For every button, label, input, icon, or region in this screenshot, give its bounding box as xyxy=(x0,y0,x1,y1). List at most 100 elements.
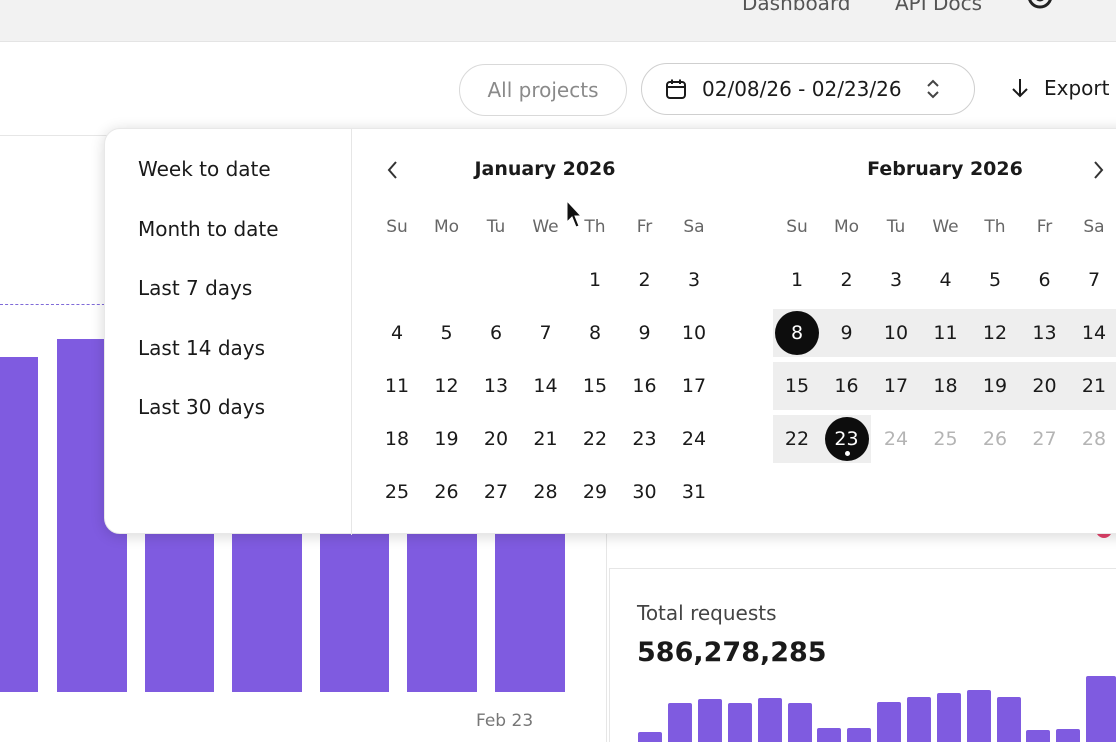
calendar-day[interactable]: 20 xyxy=(1023,364,1067,408)
requests-bar[interactable] xyxy=(1026,730,1050,742)
calendar-day[interactable]: 16 xyxy=(825,364,869,408)
chart-bar[interactable] xyxy=(232,520,302,692)
calendar-day[interactable]: 27 xyxy=(1023,417,1067,461)
calendar-day[interactable]: 21 xyxy=(524,417,568,461)
calendar-day[interactable]: 21 xyxy=(1072,364,1116,408)
calendar-day[interactable]: 1 xyxy=(573,258,617,302)
calendar-day[interactable]: 6 xyxy=(1023,258,1067,302)
chart-bar[interactable] xyxy=(320,520,389,692)
calendar-day[interactable]: 14 xyxy=(1072,311,1116,355)
chart-bar[interactable] xyxy=(495,520,565,692)
calendar-day[interactable]: 8 xyxy=(775,311,819,355)
calendar-day[interactable]: 14 xyxy=(524,364,568,408)
calendar-day[interactable]: 23 xyxy=(824,417,869,461)
chevron-right-icon[interactable] xyxy=(1086,158,1110,182)
calendar-day[interactable]: 12 xyxy=(973,311,1017,355)
requests-bar[interactable] xyxy=(668,703,692,742)
calendar-day[interactable]: 6 xyxy=(474,311,518,355)
calendar-day[interactable]: 18 xyxy=(924,364,968,408)
calendar-day[interactable]: 7 xyxy=(1072,258,1116,302)
requests-bar[interactable] xyxy=(967,690,991,742)
projects-filter-button[interactable]: All projects xyxy=(459,64,627,116)
calendar-day-label: 27 xyxy=(483,481,509,503)
export-label: Export xyxy=(1044,76,1110,100)
calendar-day[interactable]: 13 xyxy=(474,364,518,408)
preset-last-30-days[interactable]: Last 30 days xyxy=(138,395,265,419)
requests-bar[interactable] xyxy=(907,697,931,742)
calendar-day[interactable]: 30 xyxy=(623,470,667,514)
calendar-day[interactable]: 22 xyxy=(573,417,617,461)
calendar-day[interactable]: 11 xyxy=(375,364,419,408)
export-button[interactable]: Export xyxy=(1010,76,1109,100)
calendar-day[interactable]: 15 xyxy=(573,364,617,408)
calendar-day-label: 25 xyxy=(384,481,410,503)
chart-bar[interactable] xyxy=(145,520,214,692)
calendar-day[interactable]: 3 xyxy=(672,258,716,302)
requests-bar[interactable] xyxy=(847,728,871,742)
calendar-day[interactable]: 11 xyxy=(924,311,968,355)
calendar-day[interactable]: 26 xyxy=(425,470,469,514)
calendar-day[interactable]: 24 xyxy=(672,417,716,461)
calendar-day-label: 3 xyxy=(687,269,701,291)
calendar-day[interactable]: 19 xyxy=(973,364,1017,408)
nav-link-api-docs[interactable]: API Docs xyxy=(895,0,982,15)
requests-bar[interactable] xyxy=(997,697,1021,742)
preset-last-14-days[interactable]: Last 14 days xyxy=(138,336,265,360)
gear-icon[interactable] xyxy=(1022,0,1058,16)
calendar-day[interactable]: 10 xyxy=(672,311,716,355)
calendar-day[interactable]: 13 xyxy=(1023,311,1067,355)
calendar-day[interactable]: 2 xyxy=(825,258,869,302)
calendar-day[interactable]: 25 xyxy=(375,470,419,514)
date-range-button[interactable]: 02/08/26 - 02/23/26 xyxy=(641,63,975,115)
calendar-day[interactable]: 5 xyxy=(973,258,1017,302)
calendar-day[interactable]: 29 xyxy=(573,470,617,514)
calendar-day[interactable]: 8 xyxy=(573,311,617,355)
preset-last-7-days[interactable]: Last 7 days xyxy=(138,276,252,300)
calendar-day[interactable]: 3 xyxy=(874,258,918,302)
calendar-day[interactable]: 23 xyxy=(623,417,667,461)
chart-bar[interactable] xyxy=(0,357,38,692)
chart-bar[interactable] xyxy=(407,520,477,692)
calendar-day[interactable]: 4 xyxy=(924,258,968,302)
requests-bar[interactable] xyxy=(817,728,841,742)
calendar-day[interactable]: 25 xyxy=(924,417,968,461)
requests-bar[interactable] xyxy=(728,703,752,742)
calendar-day[interactable]: 4 xyxy=(375,311,419,355)
calendar-day[interactable]: 7 xyxy=(524,311,568,355)
calendar-day[interactable]: 17 xyxy=(672,364,716,408)
requests-bar[interactable] xyxy=(937,693,961,742)
calendar-day[interactable]: 26 xyxy=(973,417,1017,461)
calendar-day[interactable]: 27 xyxy=(474,470,518,514)
calendar-day[interactable]: 28 xyxy=(1072,417,1116,461)
calendar-day[interactable]: 15 xyxy=(775,364,819,408)
requests-bar[interactable] xyxy=(788,703,812,742)
requests-bar[interactable] xyxy=(698,699,722,742)
calendar-day[interactable]: 28 xyxy=(524,470,568,514)
calendar-day[interactable]: 5 xyxy=(425,311,469,355)
requests-bar[interactable] xyxy=(1086,676,1116,742)
calendar-day[interactable]: 1 xyxy=(775,258,819,302)
calendar-day[interactable]: 22 xyxy=(775,417,819,461)
calendar-day[interactable]: 9 xyxy=(623,311,667,355)
calendar-day[interactable]: 31 xyxy=(672,470,716,514)
calendar-day[interactable]: 20 xyxy=(474,417,518,461)
calendar-day[interactable]: 10 xyxy=(874,311,918,355)
calendar-day[interactable]: 24 xyxy=(874,417,918,461)
calendar-day[interactable]: 19 xyxy=(425,417,469,461)
preset-week-to-date[interactable]: Week to date xyxy=(138,157,271,181)
projects-filter-label: All projects xyxy=(487,78,599,102)
calendar-day[interactable]: 18 xyxy=(375,417,419,461)
calendar-day[interactable]: 17 xyxy=(874,364,918,408)
requests-bar[interactable] xyxy=(758,698,782,742)
calendar-day[interactable]: 9 xyxy=(825,311,869,355)
requests-bar[interactable] xyxy=(877,702,901,742)
preset-month-to-date[interactable]: Month to date xyxy=(138,217,279,241)
requests-bar[interactable] xyxy=(1056,729,1080,742)
chevron-left-icon[interactable] xyxy=(381,158,405,182)
calendar-day[interactable]: 16 xyxy=(623,364,667,408)
calendar-day[interactable]: 12 xyxy=(425,364,469,408)
nav-link-dashboard[interactable]: Dashboard xyxy=(742,0,851,15)
calendar-day-label: 13 xyxy=(483,375,509,397)
calendar-day[interactable]: 2 xyxy=(623,258,667,302)
requests-bar[interactable] xyxy=(638,732,662,742)
